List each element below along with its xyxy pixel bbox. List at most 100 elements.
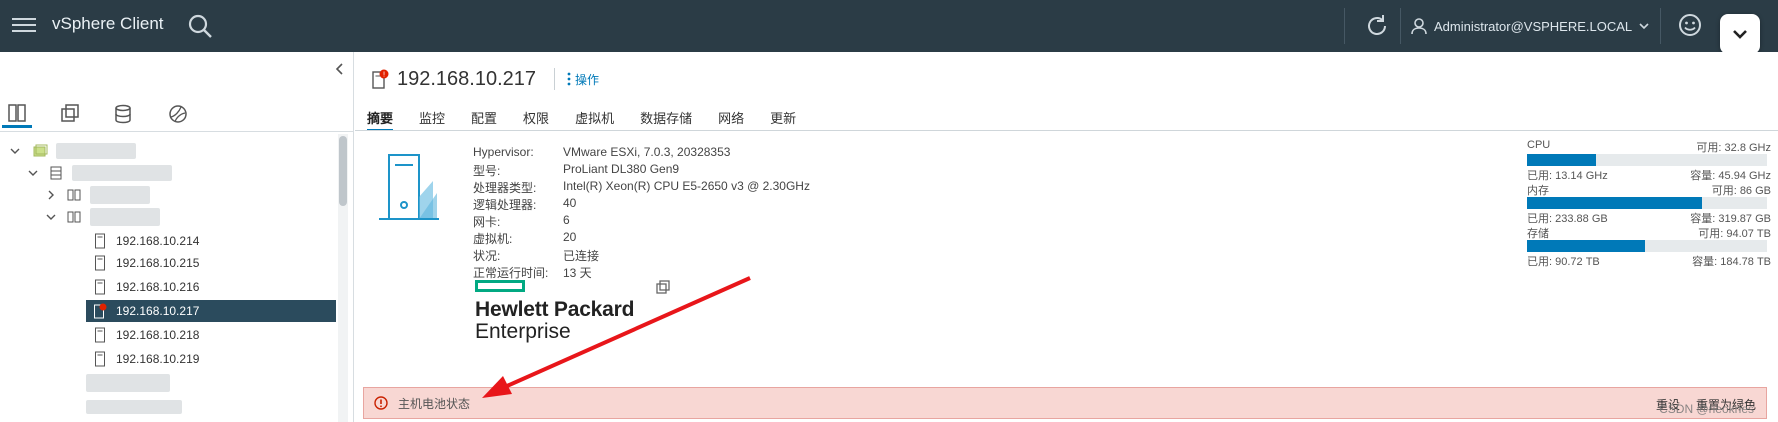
tree-node-vm[interactable] (86, 372, 206, 394)
search-icon[interactable] (186, 12, 214, 40)
page-title: 192.168.10.217 (397, 67, 537, 90)
tab-hosts-clusters[interactable] (2, 100, 32, 128)
tab-networking[interactable] (163, 100, 193, 128)
tree-node-cluster[interactable] (46, 206, 206, 228)
object-header: ! 192.168.10.217 操作 (371, 64, 599, 94)
tree-node-datacenter[interactable] (28, 162, 228, 184)
resource-capacity: 容量: 319.87 GB (1690, 213, 1771, 225)
watermark: CSDN @rieoknes (1659, 402, 1754, 416)
tree-node-vm[interactable] (86, 396, 206, 418)
chevron-down-icon (28, 170, 38, 176)
host-label: 192.168.10.218 (116, 328, 200, 342)
resource-capacity: 容量: 45.94 GHz (1690, 170, 1771, 182)
host-icon (92, 255, 108, 271)
chevron-down-icon (1733, 30, 1747, 39)
main-content: ! 192.168.10.217 操作 摘要 监控 配置 权限 虚拟机 数据存储… (355, 52, 1778, 422)
tree-node-host[interactable]: 192.168.10.218 (86, 324, 336, 346)
server-illustration-icon (379, 154, 439, 220)
app-title[interactable]: vSphere Client (52, 14, 164, 34)
usage-bar (1527, 154, 1767, 166)
navigator-tabs (0, 94, 354, 132)
resource-label: 存储 (1527, 228, 1549, 240)
chevron-right-icon (48, 190, 54, 200)
copy-icon[interactable] (655, 279, 671, 295)
tab-storage[interactable] (108, 100, 138, 128)
tree-node-host[interactable]: 192.168.10.215 (86, 252, 336, 274)
tree-node-host-selected[interactable]: 192.168.10.217 (86, 300, 336, 322)
redacted-label (86, 374, 170, 392)
hpe-element-icon (475, 280, 525, 292)
tab-vms[interactable]: 虚拟机 (575, 104, 614, 132)
tab-summary[interactable]: 摘要 (367, 104, 394, 132)
host-icon (92, 327, 108, 343)
inventory-navigator: 192.168.10.214 192.168.10.215 192.168.10… (0, 52, 354, 422)
resource-free: 可用: 94.07 TB (1698, 228, 1771, 240)
storage-icon (115, 104, 131, 124)
networking-icon (169, 105, 187, 123)
actions-menu-button[interactable]: 操作 (567, 71, 599, 88)
host-icon (92, 279, 108, 295)
host-icon (92, 351, 108, 367)
redacted-label (90, 208, 160, 226)
host-alert-icon: ! (372, 69, 389, 89)
tree-node-host[interactable]: 192.168.10.214 (86, 230, 336, 252)
datacenter-icon (48, 165, 64, 181)
tree-scrollbar[interactable] (338, 134, 348, 422)
more-vertical-icon (567, 72, 571, 86)
resource-used: 已用: 90.72 TB (1527, 256, 1600, 268)
tab-monitor[interactable]: 监控 (419, 104, 445, 132)
user-menu[interactable]: Administrator@VSPHERE.LOCAL (1410, 15, 1650, 37)
scrollbar-thumb[interactable] (339, 136, 347, 206)
tab-networks[interactable]: 网络 (718, 104, 744, 132)
chevron-down-icon (10, 148, 20, 154)
resource-free: 可用: 86 GB (1711, 185, 1771, 197)
expand-dropdown-button[interactable] (1720, 14, 1760, 54)
resource-label: 内存 (1527, 185, 1549, 197)
vendor-logo: Hewlett Packard Enterprise (475, 280, 634, 344)
refresh-icon[interactable] (1362, 11, 1392, 41)
object-tabs: 摘要 监控 配置 权限 虚拟机 数据存储 网络 更新 (367, 104, 822, 132)
header-divider (1660, 8, 1661, 44)
user-icon (1411, 18, 1427, 35)
vms-templates-icon (61, 104, 79, 122)
host-label: 192.168.10.214 (116, 234, 200, 248)
cluster-icon (66, 209, 82, 225)
tree-node-vcenter[interactable] (10, 140, 210, 162)
tab-configure[interactable]: 配置 (471, 104, 497, 132)
usage-bar (1527, 240, 1767, 252)
cluster-icon (66, 187, 82, 203)
resource-storage: 存储 可用: 94.07 TB 已用: 90.72 TB 容量: 184.78 … (1527, 225, 1771, 269)
tree-node-cluster[interactable] (46, 184, 206, 206)
menu-icon[interactable] (12, 14, 36, 36)
host-label: 192.168.10.216 (116, 280, 200, 294)
host-icon (92, 233, 108, 249)
usage-bar-fill (1527, 197, 1703, 209)
usage-bar-fill (1527, 154, 1596, 166)
tab-datastores[interactable]: 数据存储 (640, 104, 692, 132)
tree-node-host[interactable]: 192.168.10.216 (86, 276, 336, 298)
usage-bar (1527, 197, 1767, 209)
feedback-smiley-icon[interactable] (1676, 11, 1704, 39)
resource-used: 已用: 233.88 GB (1527, 213, 1608, 225)
vendor-logo-line1: Hewlett Packard (475, 298, 635, 321)
tab-updates[interactable]: 更新 (770, 104, 796, 132)
tab-vms-templates[interactable] (55, 100, 85, 128)
redacted-label (72, 165, 172, 181)
hosts-clusters-icon (8, 103, 26, 122)
tab-permissions[interactable]: 权限 (523, 104, 549, 132)
redacted-label (90, 186, 150, 204)
redacted-label (86, 400, 182, 414)
host-label: 192.168.10.217 (116, 304, 200, 318)
header-divider (554, 68, 556, 90)
resource-free: 可用: 32.8 GHz (1696, 142, 1771, 154)
resource-label: CPU (1527, 139, 1551, 151)
actions-label: 操作 (575, 72, 600, 87)
tree-node-host[interactable]: 192.168.10.219 (86, 348, 336, 370)
resource-memory: 内存 可用: 86 GB 已用: 233.88 GB 容量: 319.87 GB (1527, 182, 1771, 226)
collapse-panel-icon[interactable] (333, 62, 347, 76)
alert-circle-icon (374, 396, 388, 410)
svg-text:!: ! (383, 71, 386, 79)
top-header: vSphere Client Administrator@VSPHERE.LOC… (0, 0, 1778, 54)
alarm-message: 主机电池状态 (398, 396, 471, 411)
chevron-down-icon (46, 214, 56, 220)
